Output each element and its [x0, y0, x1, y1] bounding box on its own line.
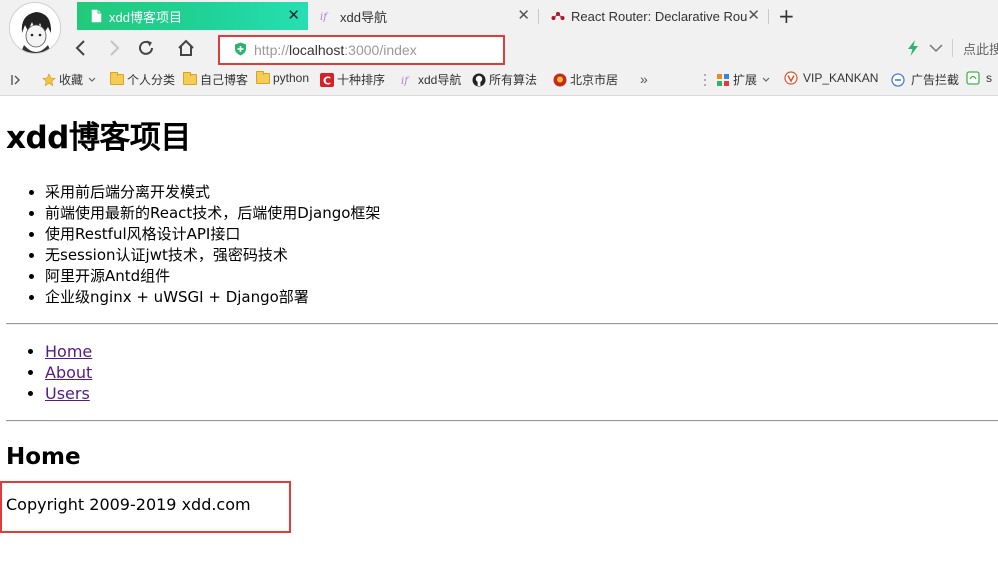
bookmark-label: xdd导航	[418, 73, 462, 87]
nav-right-tools: 点此搜	[906, 36, 998, 60]
bookmark-label: 十种排序	[337, 73, 386, 87]
feature-list: 采用前后端分离开发模式 前端使用最新的React技术，后端使用Django框架 …	[6, 182, 380, 308]
footer-highlight-box: Copyright 2009-2019 xdd.com	[0, 481, 291, 533]
bookmark-label: 收藏	[59, 73, 84, 87]
star-icon	[42, 72, 56, 86]
bookmark-adblock[interactable]: 广告拦截	[891, 71, 959, 88]
chrome-divider	[0, 95, 998, 96]
if-logo-icon: if	[320, 12, 329, 23]
navigation-bar: http://localhost:3000/index 点此搜	[0, 32, 998, 65]
svg-text:if: if	[401, 76, 410, 87]
divider	[6, 323, 998, 325]
bookmark-folder-own-blog[interactable]: 自己博客	[183, 71, 248, 88]
url-scheme: http://	[254, 42, 290, 58]
c-logo-icon: C	[320, 72, 334, 87]
new-tab-button[interactable]: +	[778, 6, 795, 26]
bookmark-beijing-residence[interactable]: 北京市居	[553, 71, 618, 88]
security-shield-icon[interactable]	[234, 42, 247, 56]
divider	[6, 420, 998, 422]
if-logo-icon: if	[401, 76, 410, 87]
bookmark-label: 广告拦截	[911, 73, 960, 87]
address-url[interactable]: http://localhost:3000/index	[254, 42, 417, 58]
bookmarks-bar: 收藏 个人分类 自己博客 python C 十种排序 if xdd导航 所有算法…	[0, 67, 998, 93]
folder-icon	[110, 72, 124, 85]
extensions-icon	[717, 73, 729, 86]
bookmark-all-algorithms[interactable]: 所有算法	[472, 71, 537, 88]
bookmark-label: 北京市居	[570, 73, 619, 87]
svg-text:C: C	[323, 74, 331, 87]
tab-label: xdd博客项目	[109, 9, 182, 25]
tab-xdd-nav[interactable]: if xdd导航 ✕	[308, 2, 538, 30]
nav-link-users[interactable]: Users	[45, 384, 90, 403]
close-icon[interactable]: ✕	[517, 8, 530, 23]
list-item: 前端使用最新的React技术，后端使用Django框架	[45, 203, 380, 224]
url-path: :3000/index	[344, 42, 417, 58]
chevron-down-icon	[762, 77, 770, 82]
tab-divider	[768, 9, 769, 24]
reload-icon[interactable]	[136, 38, 156, 58]
toolbar-divider	[952, 39, 953, 57]
svg-text:if: if	[320, 12, 329, 23]
browser-chrome: xdd博客项目 ✕ if xdd导航 ✕ React Router: Decla…	[0, 0, 998, 96]
bookmark-favorites[interactable]: 收藏	[42, 71, 98, 88]
nav-link-home[interactable]: Home	[45, 342, 92, 361]
tab-react-router[interactable]: React Router: Declarative Rou ✕	[539, 2, 768, 30]
page-icon	[91, 9, 102, 23]
nav-item: About	[45, 362, 92, 383]
forward-icon[interactable]	[104, 38, 124, 58]
tab-strip: xdd博客项目 ✕ if xdd导航 ✕ React Router: Decla…	[76, 2, 998, 30]
github-icon	[472, 73, 486, 86]
bookmark-label: 所有算法	[489, 73, 538, 87]
lightning-icon[interactable]	[906, 40, 920, 56]
tab-xdd-blog[interactable]: xdd博客项目 ✕	[77, 2, 308, 30]
bookmark-label: s	[986, 71, 992, 85]
bookmark-label: 自己博客	[200, 73, 249, 87]
bookmark-label: python	[273, 71, 310, 85]
bookmark-green-extension[interactable]: s	[966, 71, 992, 85]
bookmarks-overflow-button[interactable]: »	[640, 71, 648, 87]
bookmark-folder-personal[interactable]: 个人分类	[110, 71, 175, 88]
list-item: 阿里开源Antd组件	[45, 266, 380, 287]
bookmark-folder-python[interactable]: python	[256, 70, 310, 85]
folder-icon	[183, 72, 197, 85]
search-box-hint[interactable]: 点此搜	[963, 39, 998, 58]
v-icon	[784, 71, 798, 85]
drag-handle-icon[interactable]	[703, 72, 707, 88]
green-ext-icon	[966, 71, 980, 85]
bookmark-vip-kankan[interactable]: VIP_KANKAN	[784, 71, 878, 85]
tab-label: React Router: Declarative Rou	[571, 8, 748, 24]
list-item: 使用Restful风格设计API接口	[45, 224, 380, 245]
page-title: xdd博客项目	[6, 120, 191, 156]
nav-item: Users	[45, 383, 92, 404]
bookmark-xdd-nav[interactable]: if xdd导航	[401, 71, 461, 88]
address-bar[interactable]: http://localhost:3000/index	[218, 35, 505, 65]
emblem-icon	[553, 73, 567, 86]
tab-label: xdd导航	[340, 9, 387, 25]
folder-icon	[256, 70, 270, 84]
sidebar-toggle-icon[interactable]	[9, 73, 23, 87]
chevron-down-icon[interactable]	[926, 40, 946, 56]
footer-copyright: Copyright 2009-2019 xdd.com	[6, 495, 251, 514]
list-item: 企业级nginx + uWSGI + Django部署	[45, 287, 380, 308]
nav-link-about[interactable]: About	[45, 363, 92, 382]
bookmark-label: VIP_KANKAN	[803, 71, 879, 85]
bookmark-label: 个人分类	[127, 73, 176, 87]
url-host: localhost	[289, 42, 345, 58]
close-icon[interactable]: ✕	[287, 8, 300, 23]
home-icon[interactable]	[176, 38, 196, 58]
list-item: 采用前后端分离开发模式	[45, 182, 380, 203]
back-icon[interactable]	[71, 38, 91, 58]
bookmark-extensions[interactable]: 扩展	[716, 71, 772, 88]
nav-item: Home	[45, 341, 92, 362]
close-icon[interactable]: ✕	[747, 8, 760, 23]
list-item: 无session认证jwt技术，强密码技术	[45, 245, 380, 266]
route-heading: Home	[6, 444, 81, 470]
route-nav-list: Home About Users	[6, 341, 92, 404]
react-router-icon	[551, 12, 565, 20]
more-icon: »	[640, 71, 648, 87]
adblock-icon	[891, 72, 905, 87]
bookmark-ten-sorts[interactable]: C 十种排序	[320, 71, 385, 88]
bookmark-label: 扩展	[733, 73, 758, 87]
chevron-down-icon	[88, 77, 96, 82]
